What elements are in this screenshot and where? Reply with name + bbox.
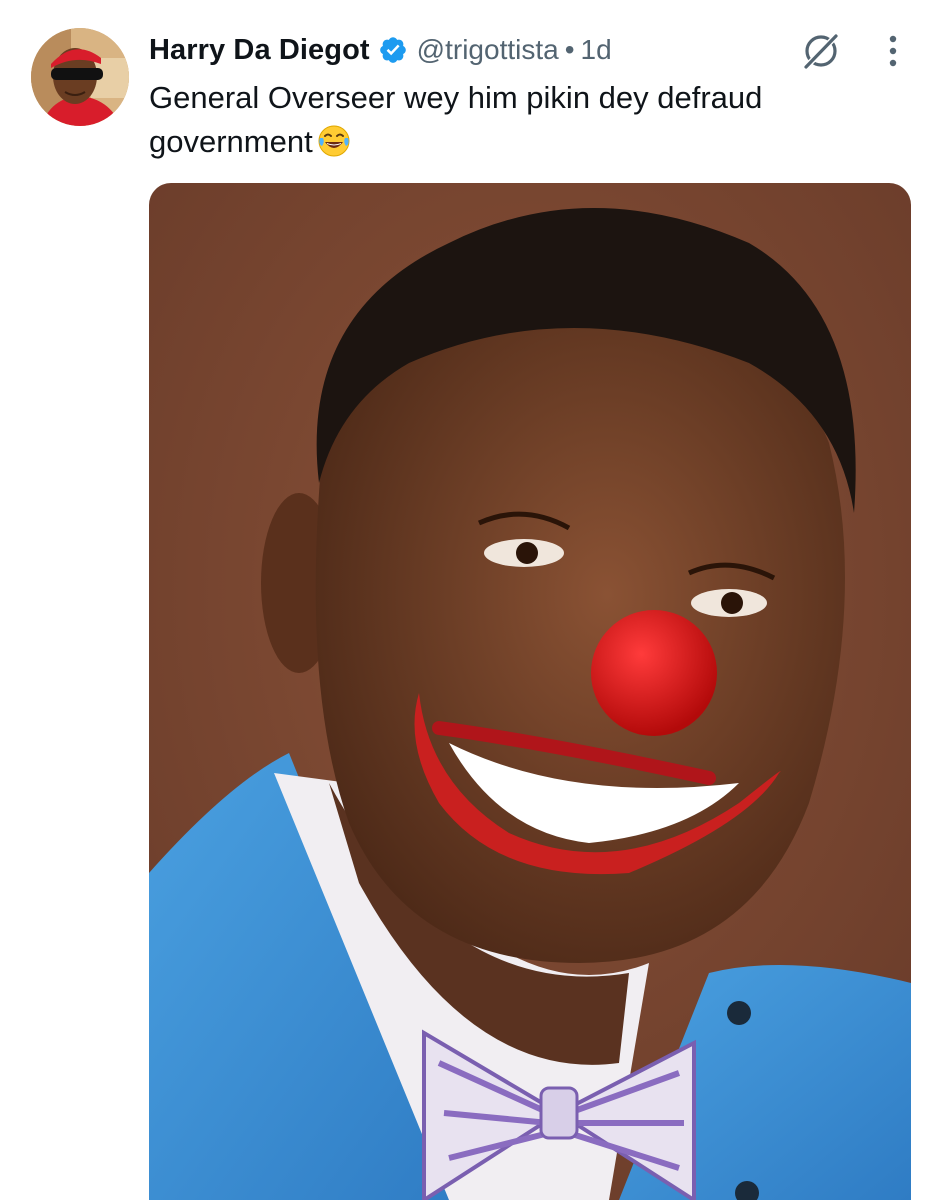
tweet-text: General Overseer wey him pikin dey defra… — [149, 76, 849, 164]
timestamp[interactable]: 1d — [581, 34, 612, 66]
grok-icon[interactable] — [800, 30, 842, 72]
tweet-header: Harry Da Diegot @trigottista • 1d — [149, 30, 612, 70]
avatar[interactable] — [31, 28, 129, 126]
tweet-media-image[interactable] — [149, 183, 911, 1200]
tweet[interactable]: Harry Da Diegot @trigottista • 1d Genera… — [0, 0, 942, 1200]
user-handle[interactable]: @trigottista — [417, 34, 559, 66]
tweet-text-content: General Overseer wey him pikin dey defra… — [149, 80, 763, 159]
media-illustration — [149, 183, 911, 1200]
separator-dot: • — [564, 34, 575, 65]
more-vertical-icon[interactable] — [878, 34, 908, 68]
display-name[interactable]: Harry Da Diegot — [149, 34, 370, 67]
verified-badge-icon — [378, 35, 408, 65]
laughing-tears-emoji-icon — [317, 124, 351, 158]
avatar-image — [31, 28, 129, 126]
